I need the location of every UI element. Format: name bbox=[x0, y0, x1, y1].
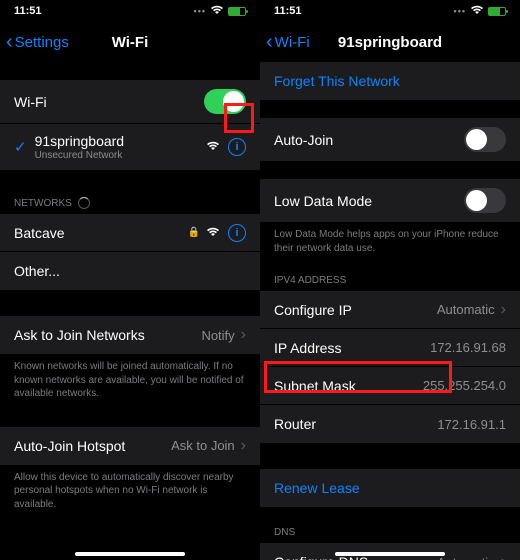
wifi-toggle-row[interactable]: Wi-Fi bbox=[0, 80, 260, 124]
info-icon[interactable]: i bbox=[228, 138, 246, 156]
back-label: Settings bbox=[15, 34, 69, 51]
back-button[interactable]: ‹ Wi-Fi bbox=[260, 32, 310, 52]
wifi-signal-icon bbox=[206, 226, 220, 240]
wifi-toggle[interactable] bbox=[204, 89, 246, 114]
network-name: 91springboard bbox=[35, 133, 200, 149]
subnet-mask-row: Subnet Mask 255.255.254.0 bbox=[260, 367, 520, 405]
auto-join-row[interactable]: Auto-Join bbox=[260, 118, 520, 161]
wifi-icon bbox=[470, 5, 484, 18]
lowdata-footer: Low Data Mode helps apps on your iPhone … bbox=[260, 222, 520, 255]
ask-value: Notify bbox=[201, 328, 234, 343]
networks-header: NETWORKS bbox=[0, 196, 260, 214]
network-sub: Unsecured Network bbox=[35, 150, 200, 161]
clock: 11:51 bbox=[274, 5, 302, 17]
wifi-icon bbox=[210, 5, 224, 18]
network-details-screen: 11:51 ••• ‹ Wi-Fi 91springboard Forget T… bbox=[260, 0, 520, 560]
home-indicator[interactable] bbox=[75, 552, 185, 556]
renew-lease-button[interactable]: Renew Lease bbox=[260, 469, 520, 507]
home-indicator[interactable] bbox=[335, 552, 445, 556]
checkmark-icon: ✓ bbox=[14, 138, 27, 156]
status-icons: ••• bbox=[454, 5, 506, 18]
chevron-right-icon: › bbox=[501, 553, 506, 560]
auto-join-hotspot-row[interactable]: Auto-Join Hotspot Ask to Join › bbox=[0, 427, 260, 465]
low-data-row[interactable]: Low Data Mode bbox=[260, 179, 520, 222]
chevron-right-icon: › bbox=[241, 437, 246, 455]
chevron-right-icon: › bbox=[501, 301, 506, 319]
network-name: Batcave bbox=[14, 225, 182, 241]
battery-icon bbox=[228, 7, 246, 16]
hotspot-label: Auto-Join Hotspot bbox=[14, 438, 171, 454]
connected-network-row[interactable]: ✓ 91springboard Unsecured Network i bbox=[0, 124, 260, 170]
ask-label: Ask to Join Networks bbox=[14, 327, 201, 343]
chevron-left-icon: ‹ bbox=[6, 32, 13, 52]
spinner-icon bbox=[78, 197, 90, 209]
dns-header: DNS bbox=[260, 525, 520, 543]
status-bar: 11:51 ••• bbox=[260, 0, 520, 22]
back-button[interactable]: ‹ Settings bbox=[0, 32, 69, 52]
back-label: Wi-Fi bbox=[275, 34, 310, 51]
ipv4-header: IPV4 ADDRESS bbox=[260, 273, 520, 291]
wifi-label: Wi-Fi bbox=[14, 94, 204, 110]
clock: 11:51 bbox=[14, 5, 42, 17]
hotspot-footer: Allow this device to automatically disco… bbox=[0, 465, 260, 512]
ask-to-join-row[interactable]: Ask to Join Networks Notify › bbox=[0, 316, 260, 354]
other-label: Other... bbox=[14, 263, 246, 279]
info-icon[interactable]: i bbox=[228, 224, 246, 242]
hotspot-value: Ask to Join bbox=[171, 438, 235, 453]
nav-bar: ‹ Wi-Fi 91springboard bbox=[260, 22, 520, 62]
router-row: Router 172.16.91.1 bbox=[260, 405, 520, 443]
other-network-row[interactable]: Other... bbox=[0, 252, 260, 290]
status-bar: 11:51 ••• bbox=[0, 0, 260, 22]
lock-icon: 🔒 bbox=[188, 227, 200, 238]
network-row[interactable]: Batcave 🔒 i bbox=[0, 214, 260, 252]
status-icons: ••• bbox=[194, 5, 246, 18]
lowdata-label: Low Data Mode bbox=[274, 193, 464, 209]
wifi-signal-icon bbox=[206, 140, 220, 154]
battery-icon bbox=[488, 7, 506, 16]
nav-bar: ‹ Settings Wi-Fi bbox=[0, 22, 260, 62]
lowdata-toggle[interactable] bbox=[464, 188, 506, 213]
forget-network-button[interactable]: Forget This Network bbox=[260, 62, 520, 100]
autojoin-toggle[interactable] bbox=[464, 127, 506, 152]
wifi-settings-screen: 11:51 ••• ‹ Settings Wi-Fi Wi-Fi ✓ 91spr… bbox=[0, 0, 260, 560]
ask-footer: Known networks will be joined automatica… bbox=[0, 354, 260, 401]
ip-address-row: IP Address 172.16.91.68 bbox=[260, 329, 520, 367]
autojoin-label: Auto-Join bbox=[274, 132, 464, 148]
chevron-right-icon: › bbox=[241, 326, 246, 344]
chevron-left-icon: ‹ bbox=[266, 32, 273, 52]
configure-ip-row[interactable]: Configure IP Automatic › bbox=[260, 291, 520, 329]
